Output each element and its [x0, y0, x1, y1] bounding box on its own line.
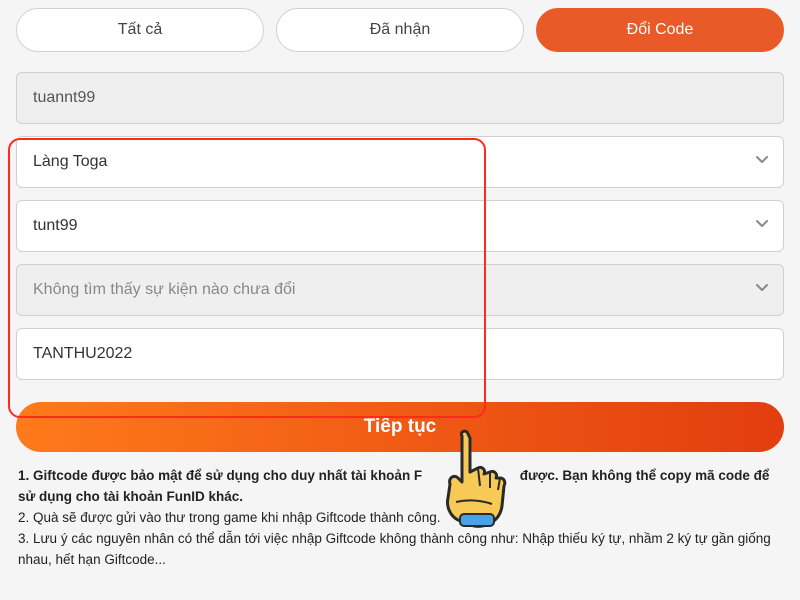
note-line-1a: 1. Giftcode được bảo mật để sử dụng cho …	[18, 468, 422, 483]
username-field: tuannt99	[16, 72, 784, 124]
event-value: Không tìm thấy sự kiện nào chưa đổi	[16, 264, 784, 316]
server-value: Làng Toga	[16, 136, 784, 188]
note-line-3: 3. Lưu ý các nguyên nhân có thể dẫn tới …	[18, 529, 782, 571]
continue-button[interactable]: Tiếp tục	[16, 402, 784, 452]
tab-bar: Tất cả Đã nhận Đổi Code	[16, 8, 784, 52]
character-value: tunt99	[16, 200, 784, 252]
note-line-2: 2. Quà sẽ được gửi vào thư trong game kh…	[18, 508, 782, 529]
tab-received[interactable]: Đã nhận	[276, 8, 524, 52]
giftcode-value: TANTHU2022	[16, 328, 784, 380]
username-value: tuannt99	[16, 72, 784, 124]
giftcode-field[interactable]: TANTHU2022	[16, 328, 784, 380]
tab-redeem[interactable]: Đổi Code	[536, 8, 784, 52]
server-select[interactable]: Làng Toga	[16, 136, 784, 188]
notes-block: 1. Giftcode được bảo mật để sử dụng cho …	[16, 466, 784, 571]
tab-all[interactable]: Tất cả	[16, 8, 264, 52]
character-select[interactable]: tunt99	[16, 200, 784, 252]
event-select[interactable]: Không tìm thấy sự kiện nào chưa đổi	[16, 264, 784, 316]
